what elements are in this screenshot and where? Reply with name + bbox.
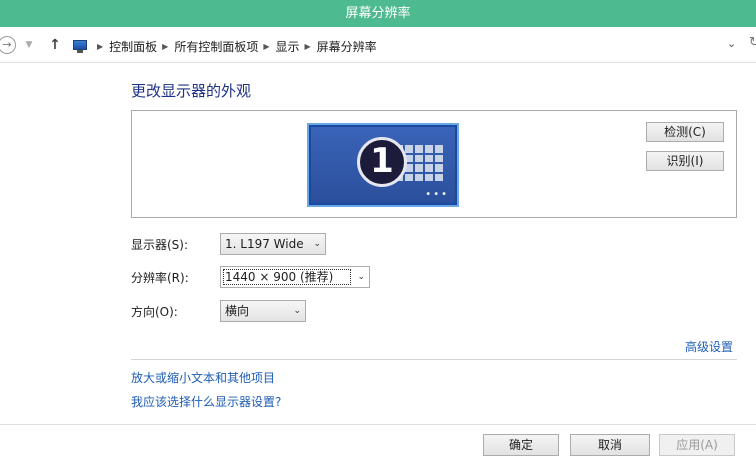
orientation-label: 方向(O):: [131, 305, 178, 319]
resolution-select[interactable]: 1440 × 900 (推荐) ⌄: [220, 266, 370, 288]
display-settings-help-link[interactable]: 我应该选择什么显示器设置?: [131, 393, 281, 410]
breadcrumb-all-items[interactable]: 所有控制面板项: [174, 38, 258, 55]
monitor-dots: •••: [425, 189, 449, 200]
breadcrumb[interactable]: ▶ 控制面板 ▶ 所有控制面板项 ▶ 显示 ▶ 屏幕分辨率: [72, 36, 744, 56]
apply-button[interactable]: 应用(A): [659, 434, 735, 456]
divider: [131, 359, 737, 360]
chevron-down-icon[interactable]: ⌄: [727, 37, 736, 50]
breadcrumb-display[interactable]: 显示: [276, 38, 300, 55]
chevron-down-icon: ⌄: [313, 239, 321, 249]
detect-button[interactable]: 检测(C): [646, 122, 724, 142]
monitor-number-badge: 1: [357, 137, 407, 187]
monitor-1-thumbnail[interactable]: 1 •••: [307, 123, 459, 207]
orientation-select[interactable]: 横向 ⌄: [220, 300, 306, 322]
computer-icon: [72, 39, 88, 53]
breadcrumb-separator-icon[interactable]: ▶: [263, 42, 269, 51]
footer-divider: [0, 424, 756, 425]
breadcrumb-separator-icon[interactable]: ▶: [97, 42, 103, 51]
orientation-select-value: 横向: [225, 304, 250, 318]
text-size-link[interactable]: 放大或缩小文本和其他项目: [131, 369, 275, 386]
cancel-button[interactable]: 取消: [570, 434, 650, 456]
back-arrow-icon[interactable]: →: [0, 36, 16, 54]
refresh-icon[interactable]: ↻: [749, 35, 756, 50]
breadcrumb-separator-icon[interactable]: ▶: [162, 42, 168, 51]
forward-arrow-icon[interactable]: ▼: [23, 36, 35, 54]
display-select-value: 1. L197 Wide: [225, 237, 304, 251]
window-title: 屏幕分辨率: [345, 6, 411, 21]
breadcrumb-control-panel[interactable]: 控制面板: [109, 38, 157, 55]
breadcrumb-separator-icon[interactable]: ▶: [305, 42, 311, 51]
chevron-down-icon: ⌄: [293, 306, 301, 316]
chevron-down-icon: ⌄: [357, 272, 365, 282]
identify-button[interactable]: 识别(I): [646, 151, 724, 171]
page-title: 更改显示器的外观: [131, 82, 252, 100]
address-bar: → ▼ ↑ ▶ 控制面板 ▶ 所有控制面板项 ▶ 显示 ▶ 屏幕分辨率 ⌄ ↻: [0, 27, 756, 63]
advanced-settings-link[interactable]: 高级设置: [685, 338, 733, 355]
display-preview-panel: 1 ••• 检测(C) 识别(I): [131, 110, 737, 218]
resolution-label: 分辨率(R):: [131, 271, 189, 285]
display-label: 显示器(S):: [131, 238, 189, 252]
display-select[interactable]: 1. L197 Wide ⌄: [220, 233, 326, 255]
ok-button[interactable]: 确定: [483, 434, 559, 456]
breadcrumb-screen-resolution[interactable]: 屏幕分辨率: [317, 38, 377, 55]
up-arrow-icon[interactable]: ↑: [47, 36, 63, 54]
window-title-bar: 屏幕分辨率: [0, 0, 756, 27]
